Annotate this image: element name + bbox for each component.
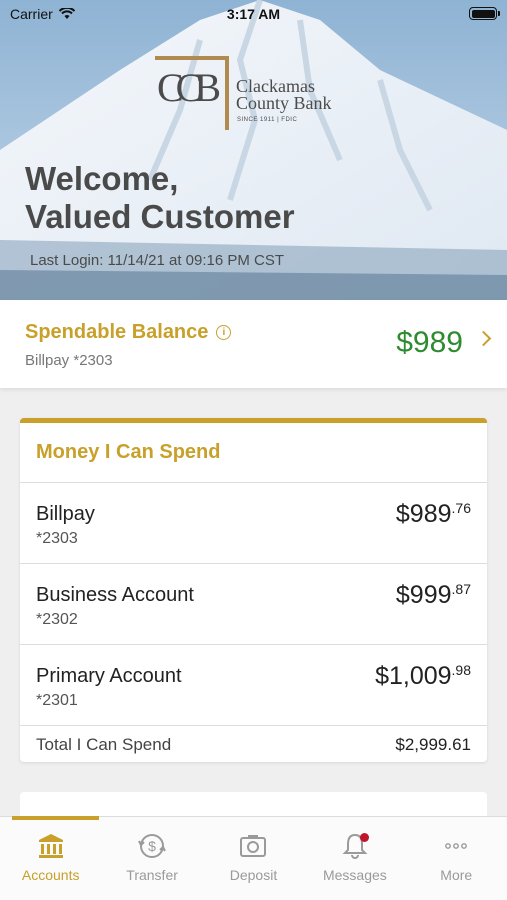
chevron-right-icon[interactable] xyxy=(475,330,492,347)
logo-bank-name: Clackamas County Bank xyxy=(236,77,332,113)
bank-logo: CCB Clackamas County Bank SINCE 1911 | F… xyxy=(155,56,365,132)
tab-transfer[interactable]: $ Transfer xyxy=(101,817,202,900)
tab-messages[interactable]: Messages xyxy=(304,817,405,900)
tab-more[interactable]: More xyxy=(406,817,507,900)
tab-deposit[interactable]: Deposit xyxy=(203,817,304,900)
spendable-title-label: Spendable Balance xyxy=(25,321,209,343)
bank-icon xyxy=(38,834,63,858)
account-balance: $989.76 xyxy=(396,500,471,529)
tab-more-label: More xyxy=(440,867,473,883)
welcome-heading: Welcome, Valued Customer xyxy=(25,160,295,236)
clock: 3:17 AM xyxy=(226,6,281,22)
spendable-amount: $989 xyxy=(396,326,463,359)
account-name: Billpay xyxy=(36,503,95,525)
account-name: Primary Account xyxy=(36,665,182,687)
total-row: Total I Can Spend $2,999.61 xyxy=(20,726,487,762)
last-login-text: Last Login: 11/14/21 at 09:16 PM CST xyxy=(30,252,285,269)
tab-accounts[interactable]: Accounts xyxy=(0,816,101,900)
balance-main: $989 xyxy=(395,500,452,528)
spendable-account: Billpay *2303 xyxy=(25,352,113,369)
card-title: Money I Can Spend xyxy=(20,423,487,483)
account-number: *2301 xyxy=(36,692,78,709)
account-balance: $1,009.98 xyxy=(375,662,471,691)
balance-main: $999 xyxy=(395,581,452,609)
tab-messages-label: Messages xyxy=(322,867,387,883)
account-row[interactable]: Business Account *2302 $999.87 xyxy=(20,564,487,645)
tab-accounts-label: Accounts xyxy=(21,867,80,883)
spendable-balance-panel[interactable]: Spendable Balance i Billpay *2303 $989 xyxy=(0,300,507,388)
welcome-line2: Valued Customer xyxy=(25,198,295,235)
welcome-line1: Welcome, xyxy=(25,160,179,197)
total-label: Total I Can Spend xyxy=(36,735,172,754)
tab-deposit-label: Deposit xyxy=(229,867,278,883)
balance-main: $1,009 xyxy=(375,662,452,690)
camera-icon xyxy=(240,835,267,857)
svg-text:$: $ xyxy=(148,838,156,854)
balance-cents: .87 xyxy=(451,581,471,597)
tab-transfer-label: Transfer xyxy=(126,867,178,883)
logo-bank-name-line2: County Bank xyxy=(236,93,332,113)
balance-cents: .98 xyxy=(451,662,471,678)
account-row[interactable]: Billpay *2303 $989.76 xyxy=(20,483,487,564)
account-row[interactable]: Primary Account *2301 $1,009.98 xyxy=(20,645,487,726)
tab-bar: Accounts $ Transfer Deposit Messages Mor… xyxy=(0,816,507,900)
logo-since-text: SINCE 1911 | FDIC xyxy=(237,117,298,123)
money-i-can-spend-card: Money I Can Spend Billpay *2303 $989.76 … xyxy=(20,418,487,762)
hero-banner: Carrier 3:17 AM CCB Clackamas County Ban… xyxy=(0,0,507,300)
battery-icon xyxy=(469,7,500,20)
more-dots-icon xyxy=(445,843,468,849)
transfer-icon: $ xyxy=(138,834,166,858)
total-value: $2,999.61 xyxy=(395,735,471,754)
spendable-title: Spendable Balance i xyxy=(25,321,232,344)
account-balance: $999.87 xyxy=(396,581,471,610)
logo-monogram: CCB xyxy=(157,65,221,110)
account-number: *2303 xyxy=(36,530,78,547)
info-icon[interactable]: i xyxy=(216,325,232,340)
balance-cents: .76 xyxy=(451,500,471,516)
status-bar: Carrier 3:17 AM xyxy=(0,0,507,28)
account-name: Business Account xyxy=(36,584,194,606)
account-number: *2302 xyxy=(36,611,78,628)
